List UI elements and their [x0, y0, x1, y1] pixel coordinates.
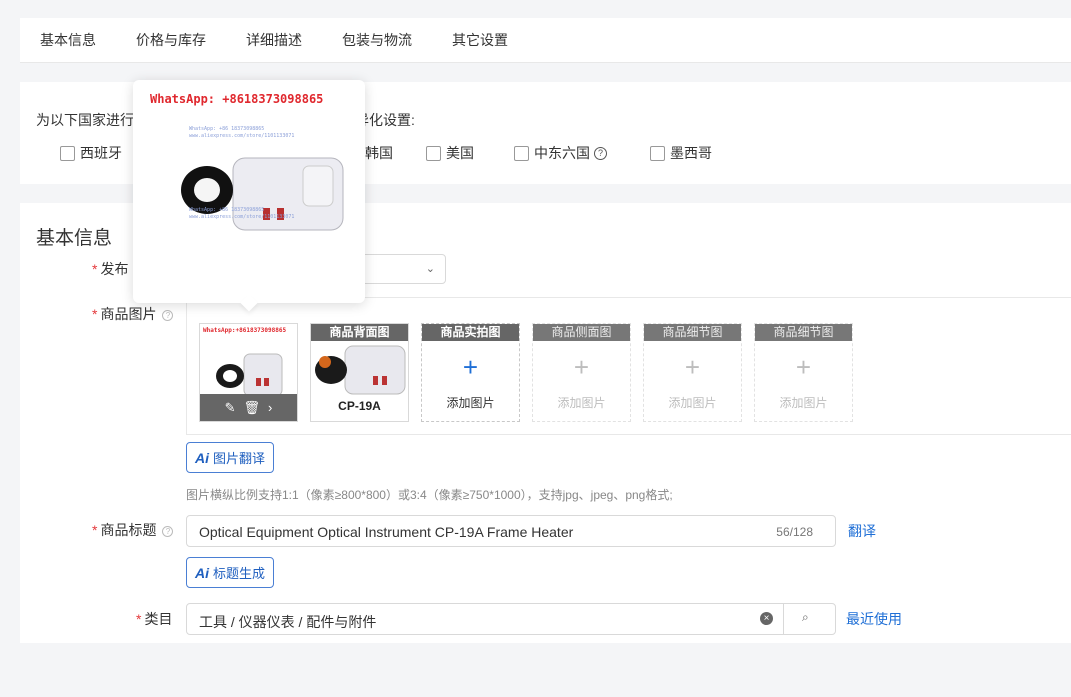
search-icon[interactable]: ⌕ [802, 610, 809, 625]
image-preview-popover: WhatsApp: +8618373098865 WhatsApp: +86 1… [133, 80, 365, 312]
tab-detail[interactable]: 详细描述 [226, 18, 322, 63]
help-icon[interactable]: ? [162, 309, 174, 321]
checkbox-box[interactable] [60, 145, 75, 161]
product-image [315, 345, 406, 395]
plus-icon[interactable]: + [755, 352, 852, 382]
recent-used-link[interactable]: 最近使用 [846, 609, 902, 629]
image-upload-area: WhatsApp:+8618373098865 ✎ 🗑 › 商品背面图 CP-1… [186, 297, 1071, 435]
ai-icon: Ai [195, 564, 209, 581]
checkbox-box[interactable] [426, 145, 441, 161]
thumb-watermark: WhatsApp:+8618373098865 [203, 327, 287, 334]
image-slot-real-photo[interactable]: 商品实拍图 + 添加图片 [421, 323, 520, 422]
divider [783, 604, 784, 634]
help-icon[interactable]: ? [162, 525, 174, 537]
title-label: * 商品标题? [92, 520, 174, 540]
tab-bar: 基本信息 价格与库存 详细描述 包装与物流 其它设置 [20, 18, 1071, 63]
plus-icon[interactable]: + [644, 352, 741, 382]
edit-icon[interactable]: ✎ [225, 400, 236, 416]
translate-link[interactable]: 翻译 [848, 521, 876, 541]
clear-icon[interactable]: × [760, 612, 773, 625]
category-input[interactable]: 工具 / 仪器仪表 / 配件与附件 × ⌕ [186, 603, 836, 635]
image-slot-side[interactable]: 商品侧面图 + 添加图片 [532, 323, 631, 422]
checkbox-usa[interactable]: 美国 [426, 143, 474, 163]
tab-other[interactable]: 其它设置 [432, 18, 528, 63]
section-title: 基本信息 [36, 228, 113, 249]
image-slot-detail-1[interactable]: 商品细节图 + 添加图片 [643, 323, 742, 422]
checkbox-box[interactable] [514, 145, 529, 161]
image-tip: 图片横纵比例支持1:1（像素≥800*800）或3:4（像素≥750*1000）… [186, 488, 673, 502]
tab-price-stock[interactable]: 价格与库存 [116, 18, 226, 63]
preview-product-image [181, 157, 344, 231]
image-action-bar: ✎ 🗑 › [200, 394, 297, 421]
question-circle-icon[interactable]: ? [594, 146, 607, 160]
chevron-down-icon: ⌄ [425, 263, 435, 275]
category-label: * 类目 [136, 611, 173, 627]
checkbox-spain[interactable]: 西班牙 [60, 143, 122, 163]
checkbox-korea[interactable]: 韩国 [365, 143, 393, 163]
title-input[interactable]: Optical Equipment Optical Instrument CP-… [186, 515, 836, 547]
char-count: 56/128 [776, 525, 813, 539]
ai-image-translate-button[interactable]: Ai 图片翻译 [186, 442, 275, 473]
images-label: * 商品图片? [92, 304, 174, 324]
trash-icon[interactable]: 🗑 [244, 400, 261, 416]
image-slot-main[interactable]: WhatsApp:+8618373098865 ✎ 🗑 › [199, 323, 298, 422]
tab-basic-info[interactable]: 基本信息 [20, 18, 116, 63]
chevron-right-icon[interactable]: › [268, 400, 272, 415]
preview-watermark: WhatsApp: +8618373098865 [150, 92, 324, 106]
publish-select[interactable]: ⌄ [355, 254, 446, 284]
plus-icon[interactable]: + [422, 352, 519, 382]
checkbox-box[interactable] [650, 145, 665, 161]
checkbox-middle-east[interactable]: 中东六国 ? [514, 143, 607, 163]
ai-icon: Ai [195, 449, 209, 466]
plus-icon[interactable]: + [533, 352, 630, 382]
checkbox-mexico[interactable]: 墨西哥 [650, 143, 712, 163]
tab-packaging[interactable]: 包装与物流 [322, 18, 432, 63]
image-slot-detail-2[interactable]: 商品细节图 + 添加图片 [754, 323, 853, 422]
ai-title-generate-button[interactable]: Ai 标题生成 [186, 557, 275, 588]
publish-label: * 发布 [92, 261, 129, 277]
image-slot-back[interactable]: 商品背面图 CP-19A [310, 323, 409, 422]
